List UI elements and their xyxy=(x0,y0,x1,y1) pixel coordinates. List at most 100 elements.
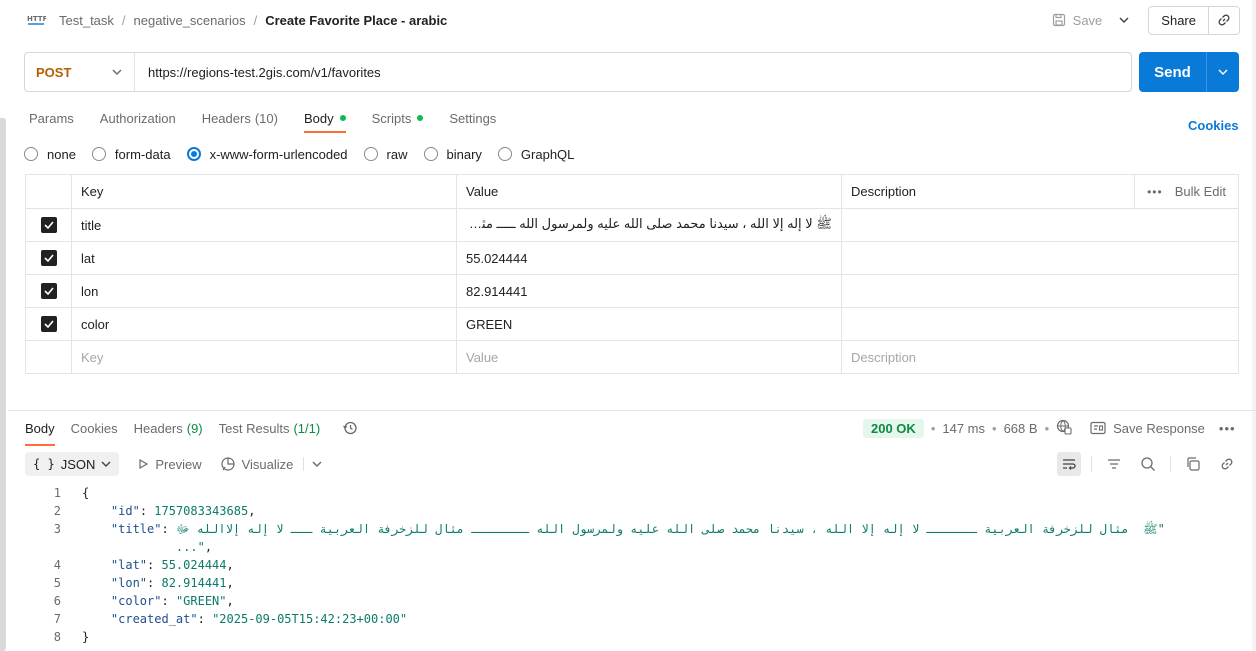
table-header-row: Key Value Description ••• Bulk Edit xyxy=(25,174,1239,209)
line-number: 5 xyxy=(53,576,61,590)
checkbox-checked-icon[interactable] xyxy=(40,283,57,300)
tab-body[interactable]: Body xyxy=(303,104,346,133)
more-icon: ••• xyxy=(1147,184,1163,199)
tab-authorization[interactable]: Authorization xyxy=(100,104,176,132)
save-icon xyxy=(1052,13,1065,27)
tab-headers[interactable]: Headers (10) xyxy=(202,104,278,132)
row-key[interactable]: title xyxy=(71,208,457,242)
active-dot-icon xyxy=(417,115,424,121)
body-type-binary[interactable]: binary xyxy=(423,146,482,162)
row-value[interactable]: GREEN xyxy=(456,307,842,341)
row-check-cell[interactable] xyxy=(25,274,72,308)
response-tab-body[interactable]: Body xyxy=(25,414,55,446)
row-key[interactable]: color xyxy=(71,307,457,341)
tab-label: Scripts xyxy=(371,110,412,126)
body-type-none[interactable]: none xyxy=(24,147,76,162)
tab-label: Authorization xyxy=(99,110,176,126)
body-type-form-data[interactable]: form-data xyxy=(91,147,171,162)
checkbox-checked-icon[interactable] xyxy=(40,250,57,267)
preview-button[interactable]: Preview xyxy=(137,457,202,472)
row-check-cell[interactable] xyxy=(25,307,72,341)
tab-label: Test Results xyxy=(218,420,290,436)
left-scrollbar[interactable] xyxy=(0,118,6,651)
row-check-cell[interactable] xyxy=(25,208,72,242)
share-button[interactable]: Share xyxy=(1149,6,1209,34)
row-value[interactable]: 55.024444 xyxy=(456,241,842,275)
row-description[interactable] xyxy=(841,241,1239,275)
send-button[interactable]: Send xyxy=(1139,52,1207,92)
row-key[interactable]: lat xyxy=(71,241,457,275)
table-row: title ﷺ لا إله إلا الله ، سيدنا محمد صلى… xyxy=(25,208,1239,242)
row-description[interactable] xyxy=(841,307,1239,341)
header-description-label: Description xyxy=(851,184,917,199)
format-select[interactable]: { } JSON xyxy=(25,452,120,476)
tab-count: (10) xyxy=(254,110,278,126)
new-key-input[interactable]: Key xyxy=(71,340,457,374)
json-key: "created_at" xyxy=(110,612,198,626)
checkbox-checked-icon[interactable] xyxy=(40,217,57,234)
radio-selected-icon xyxy=(186,147,201,161)
network-globe-icon[interactable] xyxy=(1056,419,1072,438)
filter-icon[interactable] xyxy=(1102,452,1126,476)
save-options-button[interactable] xyxy=(1112,6,1136,34)
bulk-edit-button[interactable]: ••• Bulk Edit xyxy=(1134,175,1237,208)
json-key: "color" xyxy=(110,594,162,608)
row-description[interactable] xyxy=(841,274,1239,308)
response-tab-cookies[interactable]: Cookies xyxy=(71,414,118,442)
tab-params[interactable]: Params xyxy=(29,104,74,132)
code-line: 5 "lon": 82.914441, xyxy=(25,574,1239,592)
response-tab-headers[interactable]: Headers (9) xyxy=(134,414,203,442)
search-icon[interactable] xyxy=(1136,452,1160,476)
code-text: } xyxy=(61,628,89,646)
radio-icon xyxy=(91,147,106,161)
body-type-urlencoded[interactable]: x-www-form-urlencoded xyxy=(186,147,348,162)
wrap-lines-icon[interactable] xyxy=(1057,452,1081,476)
response-tab-test-results[interactable]: Test Results (1/1) xyxy=(219,414,321,442)
braces-icon: { } xyxy=(33,457,55,471)
copy-link-button[interactable] xyxy=(1209,7,1239,34)
row-value[interactable]: ﷺ لا إله إلا الله ، سيدنا محمد صلى الله … xyxy=(456,208,842,242)
code-line: ...", xyxy=(25,538,1239,556)
body-type-raw[interactable]: raw xyxy=(363,147,408,162)
json-string: "2025-09-05T15:42:23+00:00" xyxy=(212,612,408,626)
breadcrumb-folder[interactable]: negative_scenarios xyxy=(134,13,246,28)
format-label: JSON xyxy=(60,456,96,472)
radio-label: binary xyxy=(446,146,482,162)
divider xyxy=(1170,456,1171,472)
save-response-button[interactable]: Save Response xyxy=(1090,421,1205,436)
row-key[interactable]: lon xyxy=(71,274,457,308)
response-divider[interactable] xyxy=(8,410,1256,411)
row-description[interactable] xyxy=(841,208,1239,242)
url-input[interactable]: https://regions-test.2gis.com/v1/favorit… xyxy=(135,65,1131,80)
save-response-label: Save Response xyxy=(1113,420,1205,436)
radio-label: none xyxy=(47,146,76,162)
more-icon[interactable]: ••• xyxy=(1219,421,1236,436)
code-text: "title": "ﷺ مثال للزخرفة العربية ـــــــ… xyxy=(110,522,1165,536)
right-scrollbar[interactable] xyxy=(1252,0,1256,651)
method-select[interactable]: POST xyxy=(25,53,135,91)
row-value[interactable]: 82.914441 xyxy=(456,274,842,308)
response-size[interactable]: 668 B xyxy=(1004,421,1038,436)
response-time[interactable]: 147 ms xyxy=(942,421,985,436)
breadcrumb-collection[interactable]: Test_task xyxy=(59,13,114,28)
body-type-graphql[interactable]: GraphQL xyxy=(497,147,574,162)
json-key: "title" xyxy=(110,522,162,536)
new-value-input[interactable]: Value xyxy=(456,340,842,374)
status-badge[interactable]: 200 OK xyxy=(863,418,924,438)
history-icon[interactable] xyxy=(342,420,358,436)
send-options-button[interactable] xyxy=(1207,52,1239,92)
save-button[interactable]: Save xyxy=(1046,13,1109,28)
row-check-cell[interactable] xyxy=(25,241,72,275)
request-title[interactable]: Create Favorite Place - arabic xyxy=(265,13,447,28)
chevron-down-icon[interactable] xyxy=(312,461,322,467)
new-description-input[interactable]: Description xyxy=(841,340,1239,374)
response-body-code[interactable]: 1{ 2 "id": 1757083343685, 3 "title": "ﷺ … xyxy=(25,484,1239,651)
visualize-button[interactable]: Visualize xyxy=(220,456,329,472)
link-icon[interactable] xyxy=(1215,452,1239,476)
chevron-down-icon xyxy=(1119,17,1129,23)
cookies-link[interactable]: Cookies xyxy=(1188,118,1239,133)
copy-icon[interactable] xyxy=(1181,452,1205,476)
checkbox-checked-icon[interactable] xyxy=(40,316,57,333)
tab-scripts[interactable]: Scripts xyxy=(372,104,424,132)
tab-settings[interactable]: Settings xyxy=(449,104,496,132)
